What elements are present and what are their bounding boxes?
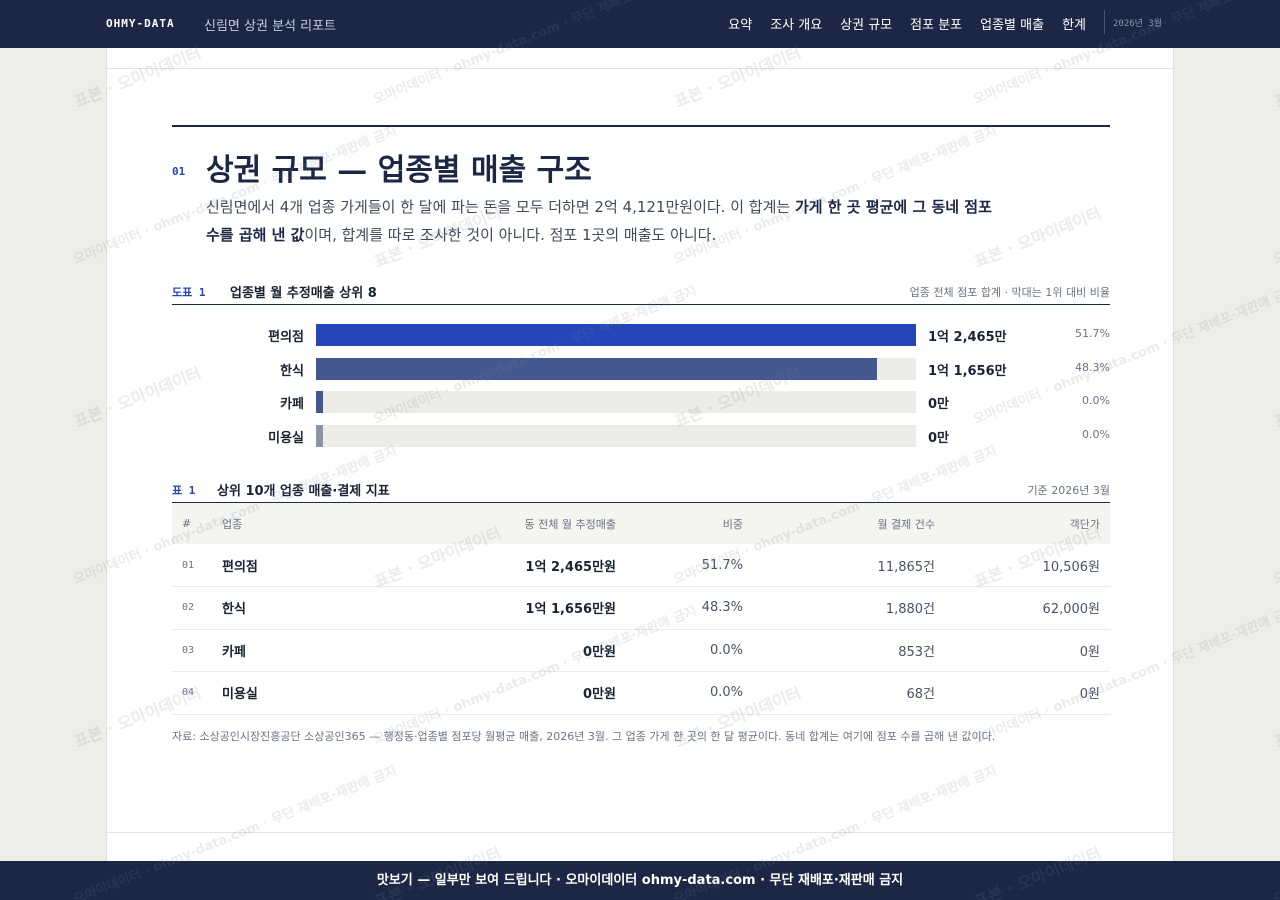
row-industry: 한식 — [222, 602, 246, 618]
watermark-text: 표본 · 오마이데이터 — [1271, 363, 1280, 432]
col-avg-ticket: 객단가 — [1069, 517, 1100, 531]
row-transactions: 1,880건 — [885, 602, 935, 618]
col-sales: 동 전체 월 추정매출 — [524, 517, 616, 531]
table-header: 표 1 상위 10개 업종 매출·결제 지표 기준 2026년 3월 — [172, 479, 1110, 503]
bar — [316, 424, 324, 447]
report-date: 2026년 3월 — [1104, 10, 1162, 34]
section-title: 상권 규모 — 업종별 매출 구조 — [206, 153, 592, 188]
top-nav: 요약 조사 개요 상권 규모 점포 분포 업종별 매출 한계 — [728, 14, 1086, 33]
watermark-text: 오마이데이터 · ohmy-data.com · 무단 재배포·재판매 금지 — [1271, 444, 1280, 588]
section-rule — [172, 125, 1110, 127]
nav-item-sales-by-industry[interactable]: 업종별 매출 — [980, 14, 1044, 33]
row-share: 51.7% — [701, 557, 743, 573]
figure-header: 도표 1 업종별 월 추정매출 상위 8 업종 전체 점포 합계 · 막대는 1… — [172, 281, 1110, 305]
nav-item-store-distribution[interactable]: 점포 분포 — [910, 14, 962, 33]
bar-row-4: 미용실 0만 0.0% — [172, 424, 1110, 448]
row-sales: 1억 2,465만원 — [525, 559, 616, 575]
bar-category-label: 편의점 — [268, 330, 304, 345]
bar-value-label: 1억 2,465만 — [928, 330, 1007, 345]
table-note: 기준 2026년 3월 — [1027, 484, 1110, 497]
table-title: 상위 10개 업종 매출·결제 지표 — [217, 484, 390, 499]
bar — [316, 391, 324, 413]
row-rank: 01 — [182, 559, 195, 571]
source-note: 자료: 소상공인시장진흥공단 소상공인365 — 행정동·업종별 점포당 월평균… — [172, 729, 996, 743]
table-row: 04 미용실 0만원 0.0% 68건 0원 — [172, 672, 1110, 714]
table-row: 02 한식 1억 1,656만원 48.3% 1,880건 62,000원 — [172, 587, 1110, 629]
table-number: 표 1 — [172, 484, 196, 497]
nav-item-market-size[interactable]: 상권 규모 — [840, 14, 892, 33]
col-share: 비중 — [722, 517, 743, 531]
bar — [316, 357, 877, 380]
top-bar: OHMY-DATA 신림면 상권 분석 리포트 요약 조사 개요 상권 규모 점… — [0, 0, 1280, 48]
bar-value-label: 0만 — [928, 397, 950, 412]
col-industry: 업종 — [222, 517, 243, 531]
row-rank: 02 — [182, 602, 195, 614]
col-rank: # — [182, 517, 192, 530]
bar-row-1: 편의점 1억 2,465만 51.7% — [172, 323, 1110, 347]
row-sales: 0만원 — [583, 687, 616, 703]
row-industry: 카페 — [222, 644, 246, 660]
bar-category-label: 카페 — [280, 397, 304, 412]
bar-track — [316, 391, 916, 413]
nav-item-summary[interactable]: 요약 — [728, 14, 752, 33]
bar-track — [316, 357, 916, 380]
section-market-size: 01 상권 규모 — 업종별 매출 구조 신림면에서 4개 업종 가게들이 한 … — [172, 125, 1110, 747]
bar-value-label: 0만 — [928, 430, 950, 446]
row-avg-ticket: 0원 — [1079, 687, 1100, 703]
report-page: 01 상권 규모 — 업종별 매출 구조 신림면에서 4개 업종 가게들이 한 … — [106, 48, 1174, 861]
figure-note: 업종 전체 점포 합계 · 막대는 1위 대비 비율 — [909, 286, 1110, 299]
section-number: 01 — [172, 165, 186, 178]
bar-track — [316, 324, 916, 346]
row-industry: 편의점 — [222, 559, 258, 575]
bar-value-label: 1억 1,656만 — [928, 363, 1007, 379]
lede-text: 신림면에서 4개 업종 가게들이 한 달에 파는 돈을 모두 더하면 2억 4,… — [206, 198, 795, 216]
watermark-text: 표본 · 오마이데이터 — [1271, 683, 1280, 752]
row-transactions: 11,865건 — [877, 559, 935, 575]
row-avg-ticket: 62,000원 — [1042, 602, 1100, 618]
divider — [107, 832, 1173, 833]
nav-item-limitations[interactable]: 한계 — [1062, 14, 1086, 33]
row-industry: 미용실 — [222, 687, 258, 703]
row-rank: 04 — [182, 687, 195, 699]
row-rank: 03 — [182, 644, 195, 656]
lede-text-end: 이며, 합계를 따로 조사한 것이 아니다. 점포 1곳의 매출도 아니다. — [304, 226, 717, 244]
table-row: 03 카페 0만원 0.0% 853건 0원 — [172, 629, 1110, 672]
section-lede: 신림면에서 4개 업종 가게들이 한 달에 파는 돈을 모두 더하면 2억 4,… — [206, 193, 1006, 249]
row-share: 48.3% — [701, 600, 743, 616]
bar-share-label: 48.3% — [1075, 360, 1110, 374]
sales-table: # 업종 동 전체 월 추정매출 비중 월 결제 건수 객단가 01 편의점 1… — [172, 503, 1110, 715]
bar-share-label: 0.0% — [1082, 427, 1110, 441]
nav-item-survey[interactable]: 조사 개요 — [770, 14, 822, 33]
brand-logo[interactable]: OHMY-DATA — [106, 17, 175, 30]
report-subtitle: 신림면 상권 분석 리포트 — [204, 19, 336, 34]
row-transactions: 853건 — [898, 644, 935, 660]
divider — [107, 68, 1173, 69]
row-transactions: 68건 — [906, 687, 935, 703]
bar-chart: 편의점 1억 2,465만 51.7% 한식 1억 1,656만 48.3% 카페 0만 0.0… — [172, 309, 1110, 469]
bar-share-label: 51.7% — [1075, 327, 1110, 340]
bar-category-label: 미용실 — [268, 430, 304, 446]
bar-track — [316, 424, 916, 447]
bar-row-2: 한식 1억 1,656만 48.3% — [172, 357, 1110, 381]
bar-category-label: 한식 — [280, 363, 304, 379]
row-share: 0.0% — [709, 685, 743, 701]
row-sales: 0만원 — [583, 644, 616, 660]
col-transactions: 월 결제 건수 — [877, 517, 935, 531]
watermark-text: 표본 · 오마이데이터 — [1271, 43, 1280, 112]
figure-number: 도표 1 — [172, 286, 206, 299]
table-header-row: # 업종 동 전체 월 추정매출 비중 월 결제 건수 객단가 — [172, 503, 1110, 544]
watermark-text: 오마이데이터 · ohmy-data.com · 무단 재배포·재판매 금지 — [1271, 124, 1280, 268]
preview-footer-banner: 맛보기 — 일부만 보여 드립니다 · 오마이데이터 ohmy-data.com… — [0, 861, 1280, 900]
bar — [316, 324, 916, 346]
row-share: 0.0% — [709, 642, 743, 658]
row-sales: 1억 1,656만원 — [525, 602, 616, 618]
table-row: 01 편의점 1억 2,465만원 51.7% 11,865건 10,506원 — [172, 544, 1110, 587]
figure-title: 업종별 월 추정매출 상위 8 — [230, 286, 377, 301]
row-avg-ticket: 0원 — [1079, 644, 1100, 660]
bar-share-label: 0.0% — [1082, 394, 1110, 407]
row-avg-ticket: 10,506원 — [1042, 559, 1100, 575]
bar-row-3: 카페 0만 0.0% — [172, 390, 1110, 414]
section-header: 01 상권 규모 — 업종별 매출 구조 — [172, 145, 1110, 188]
